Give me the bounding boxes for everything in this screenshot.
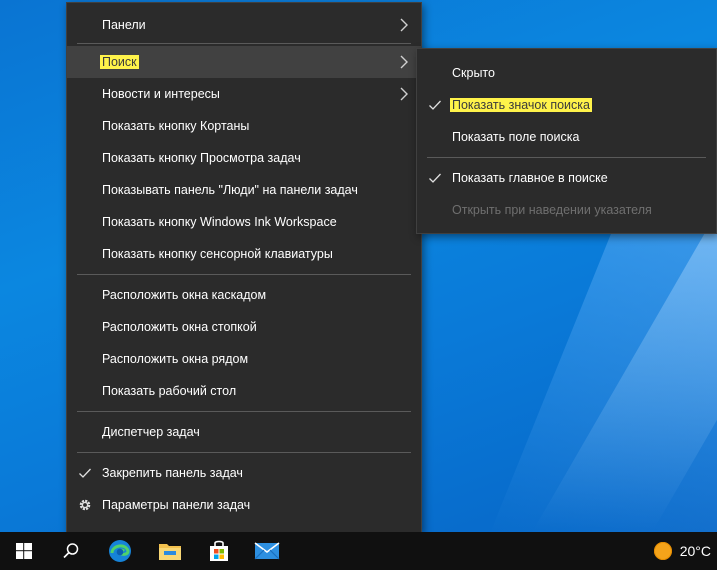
taskbar-app-mail[interactable]	[243, 532, 291, 570]
menu-item-label: Расположить окна стопкой	[102, 320, 257, 334]
menu-item-stack-windows[interactable]: Расположить окна стопкой	[67, 311, 421, 343]
menu-item-show-desktop[interactable]: Показать рабочий стол	[67, 375, 421, 407]
menu-item-label: Открыть при наведении указателя	[452, 203, 652, 217]
taskbar-context-menu: Панели Поиск Новости и интересы Показать…	[66, 2, 422, 533]
menu-item-search[interactable]: Поиск	[67, 46, 421, 78]
mail-icon	[254, 542, 280, 560]
search-submenu: Скрыто Показать значок поиска Показать п…	[416, 48, 717, 234]
microsoft-store-icon	[210, 540, 228, 561]
system-tray-weather[interactable]: 20°C	[653, 532, 711, 570]
menu-item-show-task-view-button[interactable]: Показать кнопку Просмотра задач	[67, 142, 421, 174]
menu-separator	[77, 411, 411, 412]
submenu-item-hidden[interactable]: Скрыто	[417, 57, 716, 89]
menu-item-show-cortana-button[interactable]: Показать кнопку Кортаны	[67, 110, 421, 142]
submenu-item-show-search-box[interactable]: Показать поле поиска	[417, 121, 716, 153]
menu-separator	[77, 452, 411, 453]
menu-item-label: Расположить окна каскадом	[102, 288, 267, 302]
submenu-item-open-on-hover: Открыть при наведении указателя	[417, 194, 716, 226]
menu-item-lock-taskbar[interactable]: Закрепить панель задач	[67, 457, 421, 489]
menu-item-taskbar-settings[interactable]: Параметры панели задач	[67, 489, 421, 521]
chevron-right-icon	[400, 87, 408, 101]
menu-item-label: Показывать панель "Люди" на панели задач	[102, 183, 358, 197]
menu-item-label: Параметры панели задач	[102, 498, 251, 512]
menu-separator	[427, 157, 706, 158]
chevron-right-icon	[400, 55, 408, 69]
taskbar-search-button[interactable]	[47, 532, 95, 570]
windows-start-icon	[16, 543, 32, 559]
menu-item-show-people-bar[interactable]: Показывать панель "Люди" на панели задач	[67, 174, 421, 206]
menu-item-label: Диспетчер задач	[102, 425, 200, 439]
submenu-item-show-search-highlights[interactable]: Показать главное в поиске	[417, 162, 716, 194]
checkmark-icon	[79, 468, 91, 478]
menu-item-label: Показать кнопку сенсорной клавиатуры	[102, 247, 333, 261]
menu-item-task-manager[interactable]: Диспетчер задач	[67, 416, 421, 448]
checkmark-icon	[429, 173, 441, 183]
menu-item-label: Показать поле поиска	[452, 130, 580, 144]
submenu-item-show-search-icon[interactable]: Показать значок поиска	[417, 89, 716, 121]
menu-item-show-ink-workspace-button[interactable]: Показать кнопку Windows Ink Workspace	[67, 206, 421, 238]
menu-item-label: Показать главное в поиске	[452, 171, 608, 185]
weather-temperature: 20°C	[679, 543, 711, 559]
menu-item-label: Показать значок поиска	[450, 98, 592, 112]
menu-item-panels[interactable]: Панели	[67, 9, 421, 41]
gear-icon	[79, 499, 91, 511]
menu-separator	[77, 274, 411, 275]
menu-item-label: Показать кнопку Кортаны	[102, 119, 250, 133]
menu-item-cascade-windows[interactable]: Расположить окна каскадом	[67, 279, 421, 311]
menu-item-side-by-side-windows[interactable]: Расположить окна рядом	[67, 343, 421, 375]
taskbar-app-edge[interactable]	[96, 532, 144, 570]
menu-item-label: Показать кнопку Просмотра задач	[102, 151, 301, 165]
taskbar-app-file-explorer[interactable]	[146, 532, 194, 570]
menu-item-label: Расположить окна рядом	[102, 352, 249, 366]
menu-item-label: Скрыто	[452, 66, 495, 80]
taskbar: 20°C	[0, 532, 717, 570]
sun-icon	[653, 542, 672, 560]
menu-item-label: Показать кнопку Windows Ink Workspace	[102, 215, 337, 229]
checkmark-icon	[429, 100, 441, 110]
menu-item-news-and-interests[interactable]: Новости и интересы	[67, 78, 421, 110]
menu-item-show-touch-keyboard-button[interactable]: Показать кнопку сенсорной клавиатуры	[67, 238, 421, 270]
taskbar-app-store[interactable]	[195, 532, 243, 570]
menu-item-label: Поиск	[100, 55, 139, 69]
start-button[interactable]	[0, 532, 48, 570]
menu-item-label: Закрепить панель задач	[102, 466, 243, 480]
edge-icon	[109, 540, 131, 562]
menu-item-label: Панели	[102, 18, 146, 32]
search-icon	[63, 543, 79, 559]
menu-item-label: Новости и интересы	[102, 87, 220, 101]
file-explorer-icon	[159, 544, 181, 560]
menu-item-label: Показать рабочий стол	[102, 384, 237, 398]
chevron-right-icon	[400, 18, 408, 32]
menu-separator	[77, 43, 411, 44]
